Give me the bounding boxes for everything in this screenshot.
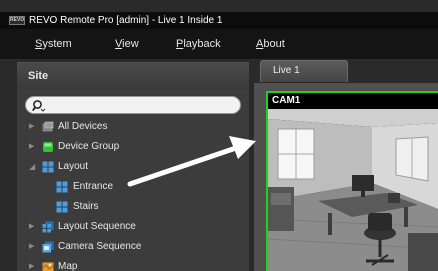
- expand-arrow-icon[interactable]: ▶: [29, 137, 37, 157]
- tree-item-label: Map: [58, 261, 78, 271]
- expand-arrow-icon[interactable]: ▶: [29, 237, 37, 257]
- tree-item-map[interactable]: ▶ Map: [17, 257, 249, 271]
- title-bar: REVO REVO Remote Pro [admin] - Live 1 In…: [0, 12, 438, 29]
- tree-item-stairs[interactable]: Stairs: [17, 197, 249, 217]
- tree-item-layout-sequence[interactable]: ▶ Layout Sequence: [17, 217, 249, 237]
- expand-arrow-icon[interactable]: ▶: [29, 257, 37, 271]
- layout-sequence-icon: [42, 221, 54, 233]
- tree-item-all-devices[interactable]: ▶ All Devices: [17, 117, 249, 137]
- tree-item-label: Layout Sequence: [58, 221, 136, 232]
- expand-arrow-icon[interactable]: ▶: [29, 217, 37, 237]
- tree-item-label: Layout: [58, 161, 89, 172]
- live-tab-strip: Live 1: [254, 59, 438, 83]
- menu-bar: System View Playback About: [0, 29, 438, 59]
- search-icon: [32, 100, 46, 112]
- menu-playback[interactable]: Playback: [176, 38, 221, 51]
- menu-system[interactable]: System: [35, 38, 72, 51]
- tree-item-camera-sequence[interactable]: ▶ Camera Sequence: [17, 237, 249, 257]
- camera-title: CAM1: [268, 93, 438, 109]
- camera-tile-cam1[interactable]: CAM1: [266, 91, 438, 271]
- site-search-input[interactable]: [50, 98, 236, 112]
- site-search-box[interactable]: [25, 96, 241, 114]
- tree-item-label: All Devices: [58, 121, 108, 132]
- tree-item-label: Camera Sequence: [58, 241, 142, 252]
- tab-live-1[interactable]: Live 1: [260, 60, 348, 82]
- site-panel: Site ▶ All Devices ▶ Device Group ◢ Layo…: [17, 62, 249, 271]
- tree-item-layout[interactable]: ◢ Layout: [17, 157, 249, 177]
- camera-video-feed: [268, 109, 438, 271]
- map-icon: [42, 262, 54, 271]
- window-title: REVO Remote Pro [admin] - Live 1 Inside …: [29, 15, 223, 26]
- tree-item-label: Stairs: [73, 201, 99, 212]
- app-window: REVO REVO Remote Pro [admin] - Live 1 In…: [0, 0, 438, 271]
- device-group-icon: [43, 142, 53, 152]
- camera-sequence-icon: [42, 241, 54, 253]
- menu-view[interactable]: View: [115, 38, 139, 51]
- tree-item-device-group[interactable]: ▶ Device Group: [17, 137, 249, 157]
- collapse-arrow-icon[interactable]: ◢: [29, 157, 37, 177]
- menu-about[interactable]: About: [256, 38, 285, 51]
- layout-icon: [56, 201, 68, 213]
- app-logo-icon: REVO: [9, 16, 25, 25]
- tree-item-label: Entrance: [73, 181, 114, 192]
- all-devices-icon: [42, 121, 54, 132]
- layout-icon: [56, 181, 68, 193]
- site-panel-header: Site: [17, 63, 249, 89]
- tree-item-label: Device Group: [58, 141, 120, 152]
- layout-icon: [42, 161, 54, 173]
- tree-item-entrance[interactable]: Entrance: [17, 177, 249, 197]
- expand-arrow-icon[interactable]: ▶: [29, 117, 37, 137]
